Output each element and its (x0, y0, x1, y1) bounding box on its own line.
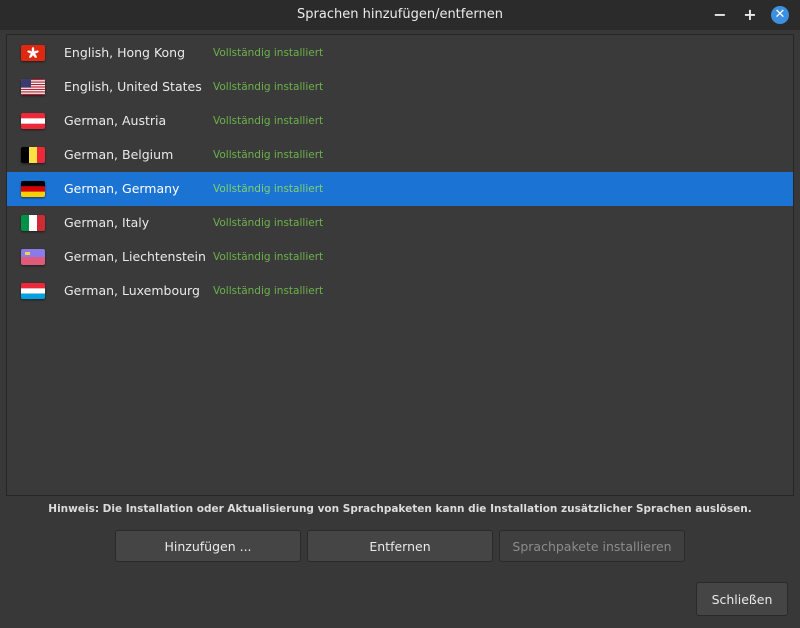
at-flag-icon (21, 113, 45, 129)
install-status: Vollständig installiert (213, 285, 324, 297)
language-name: German, Belgium (64, 147, 174, 162)
close-window-icon[interactable]: ✕ (771, 6, 789, 24)
be-flag-icon (21, 147, 45, 163)
install-status: Vollständig installiert (213, 217, 324, 229)
install-status: Vollständig installiert (213, 183, 324, 195)
language-row-de-lu[interactable]: German, Luxembourg Vollständig installie… (7, 274, 793, 308)
hk-flag-icon (21, 45, 45, 61)
minimize-icon[interactable]: − (710, 5, 730, 25)
maximize-icon[interactable]: + (740, 5, 760, 25)
language-row-de-be[interactable]: German, Belgium Vollständig installiert (7, 138, 793, 172)
install-status: Vollständig installiert (213, 149, 324, 161)
language-row-en-hk[interactable]: English, Hong Kong Vollständig installie… (7, 36, 793, 70)
language-row-de-at[interactable]: German, Austria Vollständig installiert (7, 104, 793, 138)
hint-text: Hinweis: Die Installation oder Aktualisi… (48, 503, 752, 515)
language-row-de-li[interactable]: German, Liechtenstein Vollständig instal… (7, 240, 793, 274)
language-name: German, Liechtenstein (64, 249, 206, 264)
language-row-en-us[interactable]: English, United States Vollständig insta… (7, 70, 793, 104)
language-name: German, Germany (64, 181, 180, 196)
us-flag-icon (21, 79, 45, 95)
de-flag-icon (21, 181, 45, 197)
window-title: Sprachen hinzufügen/entfernen (297, 7, 503, 22)
close-button[interactable]: Schließen (696, 582, 788, 616)
language-name: German, Italy (64, 215, 150, 230)
language-list[interactable]: English, Hong Kong Vollständig installie… (6, 34, 794, 496)
install-status: Vollständig installiert (213, 115, 324, 127)
remove-language-button[interactable]: Entfernen (307, 530, 493, 562)
install-status: Vollständig installiert (213, 47, 324, 59)
install-status: Vollständig installiert (213, 81, 324, 93)
language-name: English, Hong Kong (64, 45, 186, 60)
lu-flag-icon (21, 283, 45, 299)
title-bar: Sprachen hinzufügen/entfernen − + ✕ (0, 0, 800, 30)
language-row-de-de[interactable]: German, Germany Vollständig installiert (7, 172, 793, 206)
install-status: Vollständig installiert (213, 251, 324, 263)
li-flag-icon (21, 249, 45, 265)
language-name: German, Austria (64, 113, 167, 128)
add-language-button[interactable]: Hinzufügen ... (115, 530, 301, 562)
language-row-de-it[interactable]: German, Italy Vollständig installiert (7, 206, 793, 240)
language-name: English, United States (64, 79, 202, 94)
install-language-packs-button[interactable]: Sprachpakete installieren (499, 530, 685, 562)
language-dialog: Sprachen hinzufügen/entfernen − + ✕ Engl… (0, 0, 800, 628)
language-name: German, Luxembourg (64, 283, 200, 298)
it-flag-icon (21, 215, 45, 231)
